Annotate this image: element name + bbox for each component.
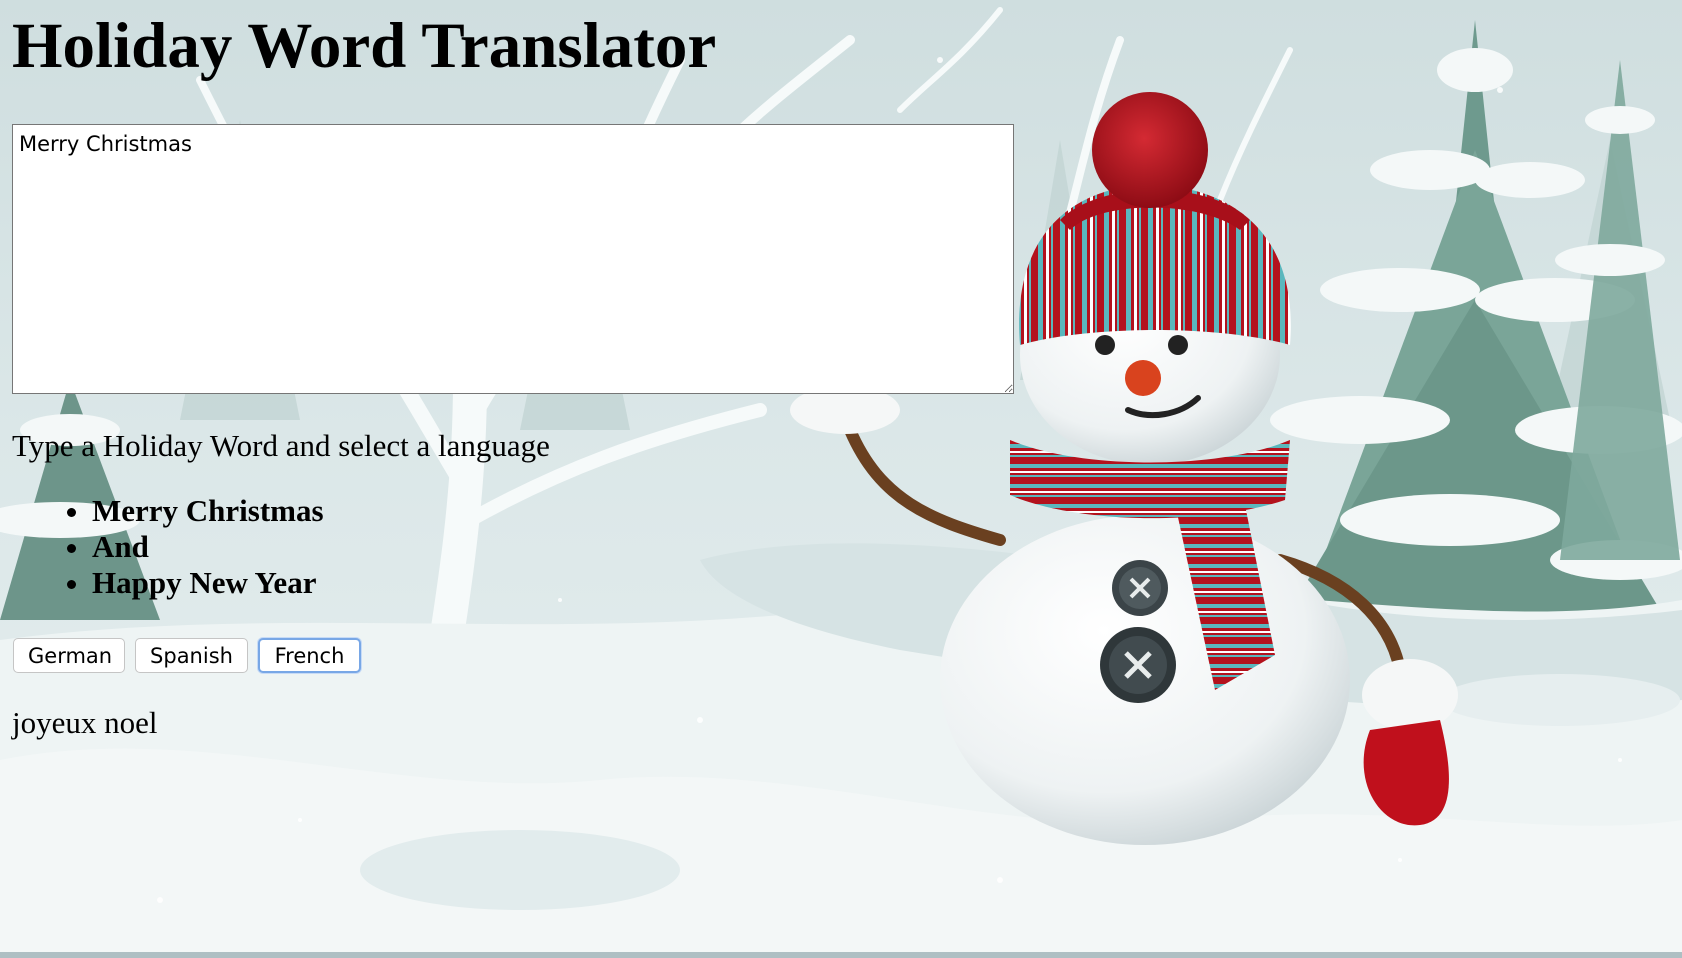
german-button[interactable]: German [13,638,125,673]
list-item: Happy New Year [92,565,324,601]
window-bottom-edge [0,952,1682,958]
list-item: Merry Christmas [92,493,324,529]
french-button[interactable]: French [258,638,361,673]
page-title: Holiday Word Translator [12,10,717,82]
instructions-text: Type a Holiday Word and select a languag… [12,428,550,463]
holiday-word-input[interactable]: Merry Christmas [12,124,1014,394]
list-item: And [92,529,324,565]
translation-result: joyeux noel [12,705,158,740]
page-content: Holiday Word Translator Merry Christmas … [0,0,1682,958]
holiday-words-list: Merry Christmas And Happy New Year [0,493,324,601]
spanish-button[interactable]: Spanish [135,638,248,673]
